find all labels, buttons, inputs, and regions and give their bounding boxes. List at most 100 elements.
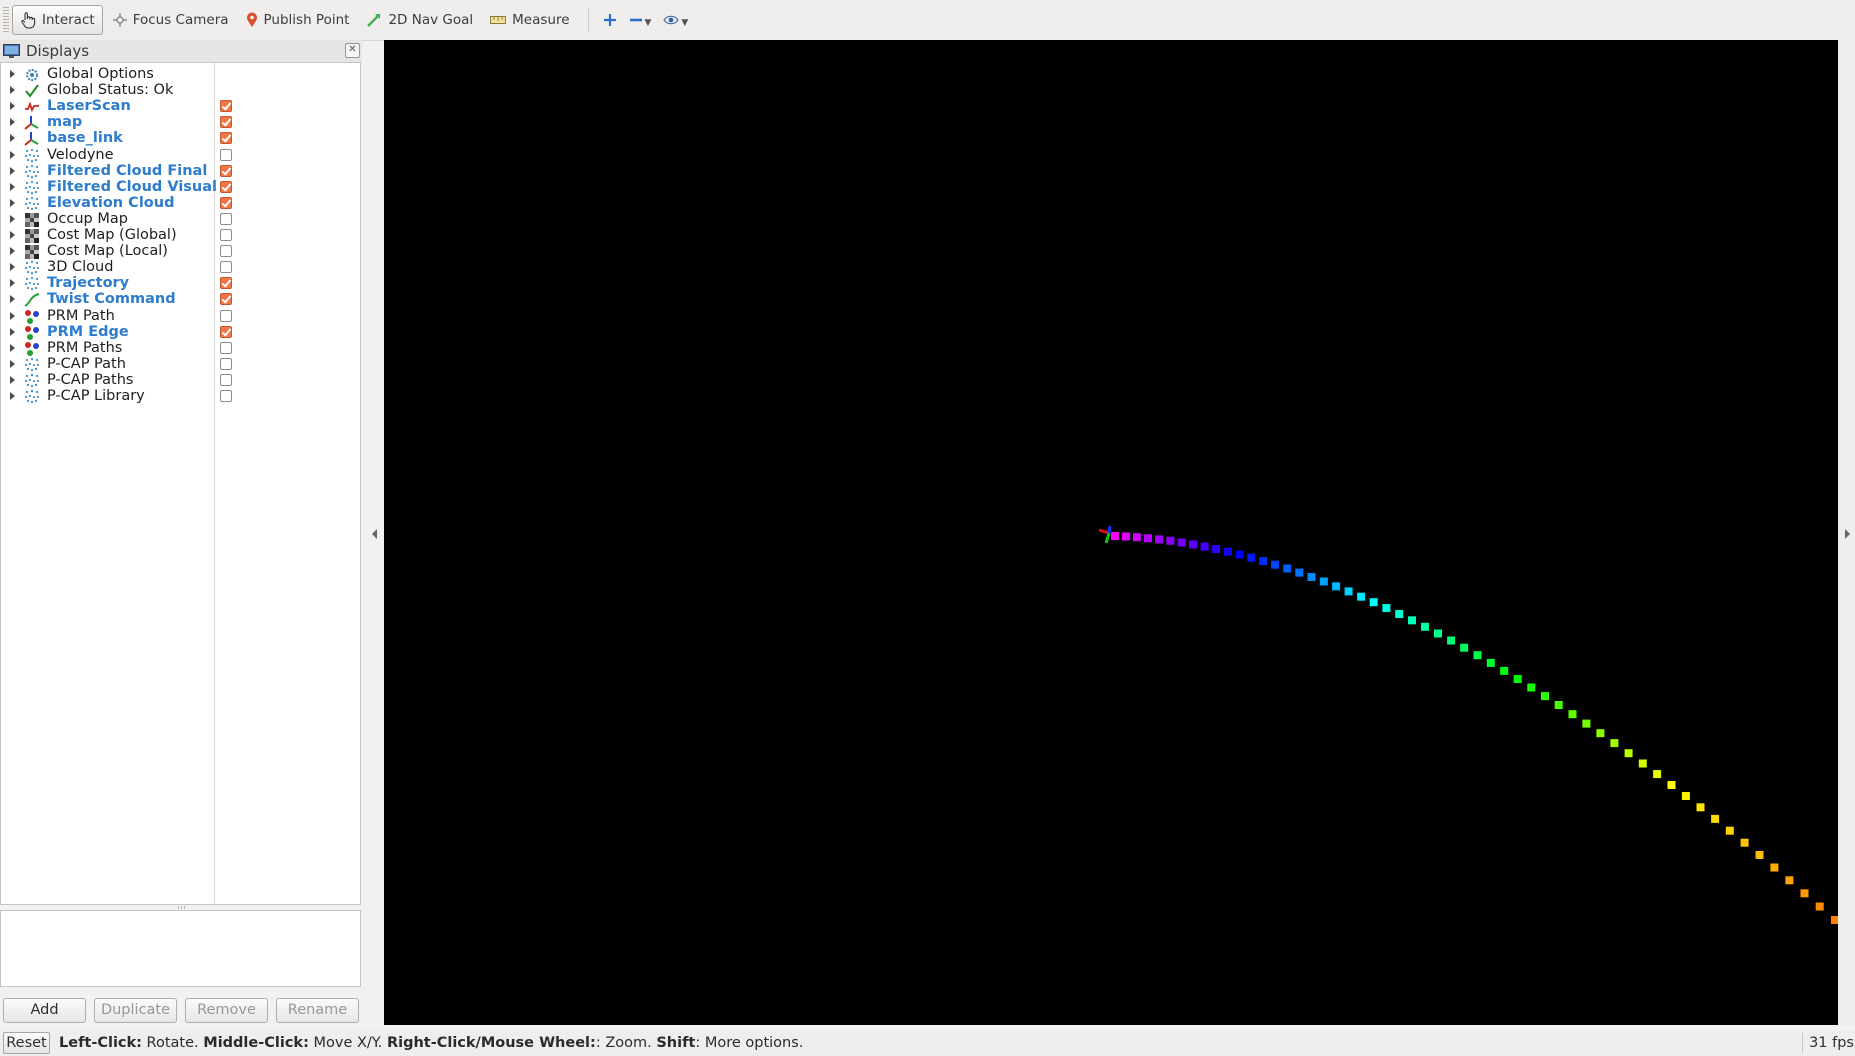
trajectory-point: [1319, 577, 1328, 586]
expand-arrow-icon[interactable]: [10, 70, 15, 78]
trajectory-point: [1200, 542, 1209, 551]
expand-arrow-icon[interactable]: [10, 311, 15, 320]
trajectory-point: [1681, 792, 1690, 800]
green-arrow-icon: [367, 14, 381, 27]
expand-arrow-icon[interactable]: [10, 118, 15, 127]
publish-point-tool-button[interactable]: Publish Point: [239, 5, 357, 35]
collapse-left-panel-arrow[interactable]: [372, 529, 377, 539]
expand-arrow-icon[interactable]: [10, 343, 15, 352]
trajectory-point: [1568, 710, 1577, 719]
expand-arrow-icon[interactable]: [10, 279, 15, 288]
add-tool-button[interactable]: [597, 5, 623, 35]
trajectory-point: [1725, 826, 1734, 835]
trajectory-point: [1212, 545, 1221, 553]
measure-tool-button[interactable]: Measure: [483, 5, 576, 35]
expand-arrow-icon[interactable]: [10, 134, 15, 143]
enable-checkbox[interactable]: [220, 245, 232, 258]
main-toolbar: Interact Focus Camera Publish Point 2D N…: [0, 0, 1855, 41]
3d-render-view[interactable]: [384, 40, 1839, 1025]
hint-key: Middle-Click:: [203, 1035, 309, 1051]
enable-checkbox[interactable]: [220, 116, 232, 129]
enable-checkbox[interactable]: [220, 148, 232, 161]
trajectory-point: [1132, 533, 1141, 542]
trajectory-point: [1144, 534, 1152, 543]
enable-checkbox[interactable]: [220, 309, 232, 322]
trajectory-point: [1696, 803, 1705, 812]
enable-checkbox[interactable]: [220, 341, 232, 354]
expand-arrow-icon[interactable]: [10, 263, 15, 272]
trajectory-point: [1395, 610, 1404, 618]
trajectory-point: [1582, 719, 1591, 728]
close-icon[interactable]: ✕: [345, 43, 360, 58]
trajectory-point: [1382, 604, 1391, 612]
reset-button[interactable]: Reset: [3, 1032, 50, 1054]
trajectory-point: [1624, 749, 1633, 758]
panel-splitter-handle[interactable]: [178, 906, 186, 909]
interact-tool-button[interactable]: Interact: [12, 5, 103, 35]
expand-arrow-icon[interactable]: [10, 327, 15, 336]
hint-action: Move X/Y.: [308, 1035, 387, 1051]
enable-checkbox[interactable]: [220, 212, 232, 225]
expand-arrow-icon[interactable]: [10, 86, 15, 95]
trajectory-point: [1711, 814, 1720, 823]
expand-arrow-icon[interactable]: [10, 247, 15, 256]
hand-pointer-icon: [21, 12, 36, 29]
hint-key: Left-Click:: [59, 1035, 142, 1051]
expand-arrow-icon[interactable]: [10, 182, 15, 191]
enable-checkbox[interactable]: [220, 261, 232, 274]
remove-button[interactable]: Remove: [185, 998, 268, 1023]
enable-checkbox[interactable]: [220, 293, 232, 306]
trajectory-point: [1121, 532, 1130, 541]
expand-arrow-icon[interactable]: [10, 166, 15, 175]
trajectory-point: [1421, 622, 1429, 631]
display-item-label: P-CAP Library: [47, 388, 145, 404]
enable-checkbox[interactable]: [220, 373, 232, 386]
collapse-right-panel-arrow[interactable]: [1845, 529, 1850, 539]
focus-camera-tool-button[interactable]: Focus Camera: [106, 5, 236, 35]
expand-arrow-icon[interactable]: [10, 392, 15, 400]
trajectory-point: [1295, 568, 1304, 577]
tool-label: Focus Camera: [132, 12, 229, 28]
expand-arrow-icon[interactable]: [10, 295, 15, 304]
enable-checkbox[interactable]: [220, 132, 232, 145]
enable-checkbox[interactable]: [220, 277, 232, 290]
expand-arrow-icon[interactable]: [10, 375, 15, 384]
displays-tree[interactable]: Global Options Global Status: Ok LaserScan…: [0, 62, 361, 905]
trajectory-point: [1815, 902, 1824, 911]
trajectory-point: [1667, 781, 1676, 789]
trajectory-point: [1307, 573, 1316, 581]
trajectory-point: [1344, 587, 1353, 596]
duplicate-button[interactable]: Duplicate: [94, 998, 177, 1023]
trajectory-point: [1638, 759, 1647, 768]
enable-checkbox[interactable]: [220, 325, 232, 338]
enable-checkbox[interactable]: [220, 164, 232, 177]
add-button[interactable]: Add: [3, 998, 86, 1023]
remove-tool-dropdown[interactable]: ▼: [623, 5, 658, 35]
trajectory-point: [1486, 658, 1495, 667]
expand-arrow-icon[interactable]: [10, 214, 15, 223]
plus-icon: [603, 14, 616, 26]
tool-label: 2D Nav Goal: [388, 12, 474, 28]
enable-checkbox[interactable]: [220, 100, 232, 113]
expand-arrow-icon[interactable]: [10, 102, 15, 111]
tool-label: Publish Point: [263, 12, 350, 28]
2d-nav-goal-tool-button[interactable]: 2D Nav Goal: [359, 5, 480, 35]
expand-arrow-icon[interactable]: [10, 198, 15, 207]
rename-button[interactable]: Rename: [276, 998, 359, 1023]
expand-arrow-icon[interactable]: [10, 359, 15, 368]
enable-checkbox[interactable]: [220, 180, 232, 193]
enable-checkbox[interactable]: [220, 229, 232, 241]
expand-arrow-icon[interactable]: [10, 150, 15, 159]
display-item-p-cap-library[interactable]: P-CAP Library: [1, 387, 360, 406]
enable-checkbox[interactable]: [220, 390, 232, 402]
enable-checkbox[interactable]: [220, 196, 232, 209]
expand-arrow-icon[interactable]: [10, 231, 15, 239]
views-dropdown[interactable]: ▼: [657, 5, 694, 35]
trajectory-points: [1111, 532, 1839, 924]
enable-checkbox[interactable]: [220, 357, 232, 370]
monitor-icon: [3, 43, 20, 58]
trajectory-point: [1473, 651, 1482, 660]
trajectory-point: [1357, 592, 1366, 601]
toolbar-grip[interactable]: [3, 7, 9, 33]
trajectory-point: [1527, 683, 1536, 692]
